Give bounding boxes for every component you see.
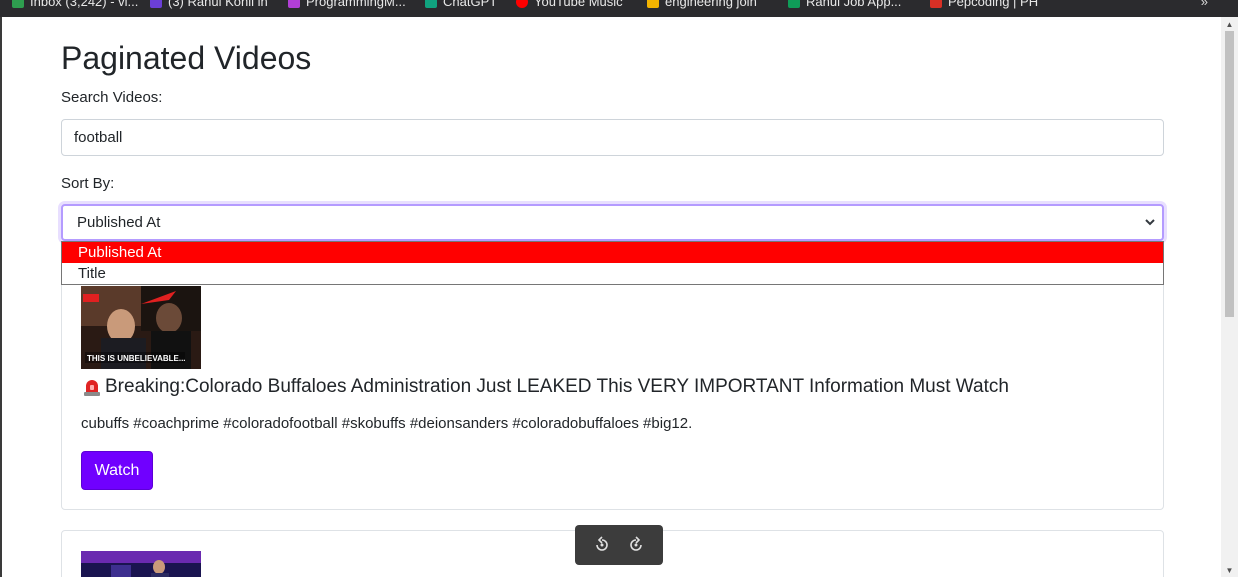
page-title: Paginated Videos <box>61 40 312 76</box>
bookmark-item[interactable]: (3) Rahul Kohli in <box>150 0 268 10</box>
search-label: Search Videos: <box>61 89 163 106</box>
chevron-down-icon <box>1145 219 1155 226</box>
media-controls <box>575 525 663 565</box>
sort-option-title[interactable]: Title <box>62 263 1163 284</box>
bookmark-item[interactable]: engineering join <box>647 0 757 10</box>
rewind-icon[interactable] <box>593 536 611 554</box>
gmail-icon <box>12 0 24 8</box>
thumbnail-image: THIS IS UNBELIEVABLE... <box>81 286 201 369</box>
bookmark-icon <box>288 0 300 8</box>
bookmark-icon <box>150 0 162 8</box>
scroll-down-icon[interactable]: ▼ <box>1225 567 1234 575</box>
bookmark-icon <box>788 0 800 8</box>
bookmark-item[interactable]: Pepcoding | PH <box>930 0 1038 10</box>
youtube-music-icon <box>516 0 528 8</box>
sort-selected-value: Published At <box>77 214 161 231</box>
sort-label: Sort By: <box>61 175 115 192</box>
bookmarks-overflow-icon[interactable]: » <box>1201 0 1208 9</box>
bookmark-item[interactable]: Inbox (3,242) - vi... <box>12 0 138 10</box>
video-thumbnail[interactable]: THIS IS UNBELIEVABLE... <box>81 286 201 369</box>
video-description: cubuffs #coachprime #coloradofootball #s… <box>81 415 693 432</box>
scroll-up-icon[interactable]: ▲ <box>1225 21 1234 29</box>
sort-options-list: Published At Title <box>61 241 1164 285</box>
bookmark-item[interactable]: Rahul Job App... <box>788 0 901 10</box>
bookmark-item[interactable]: ProgrammingM... <box>288 0 406 10</box>
watch-button[interactable]: Watch <box>81 451 153 490</box>
thumbnail-image <box>81 551 201 577</box>
bookmark-item[interactable]: YouTube Music <box>516 0 623 10</box>
video-title: Breaking:Colorado Buffaloes Administrati… <box>81 376 1009 398</box>
bookmark-icon <box>647 0 659 8</box>
scrollbar-thumb[interactable] <box>1225 31 1234 317</box>
video-title-text: Breaking:Colorado Buffaloes Administrati… <box>105 376 1009 397</box>
thumbnail-caption: THIS IS UNBELIEVABLE... <box>87 354 186 363</box>
page-scrollbar[interactable]: ▲ ▼ <box>1221 17 1238 577</box>
sort-select[interactable]: Published At <box>61 204 1164 241</box>
siren-icon <box>84 380 100 396</box>
bookmark-icon <box>930 0 942 8</box>
video-thumbnail[interactable] <box>81 551 201 577</box>
sort-option-published-at[interactable]: Published At <box>62 242 1163 263</box>
chatgpt-icon <box>425 0 437 8</box>
forward-icon[interactable] <box>627 536 645 554</box>
bookmarks-bar: Inbox (3,242) - vi... (3) Rahul Kohli in… <box>0 0 1238 17</box>
video-card: THIS IS UNBELIEVABLE... Breaking:Colorad… <box>61 268 1164 510</box>
search-input[interactable] <box>61 119 1164 156</box>
bookmark-item[interactable]: ChatGPT <box>425 0 497 10</box>
